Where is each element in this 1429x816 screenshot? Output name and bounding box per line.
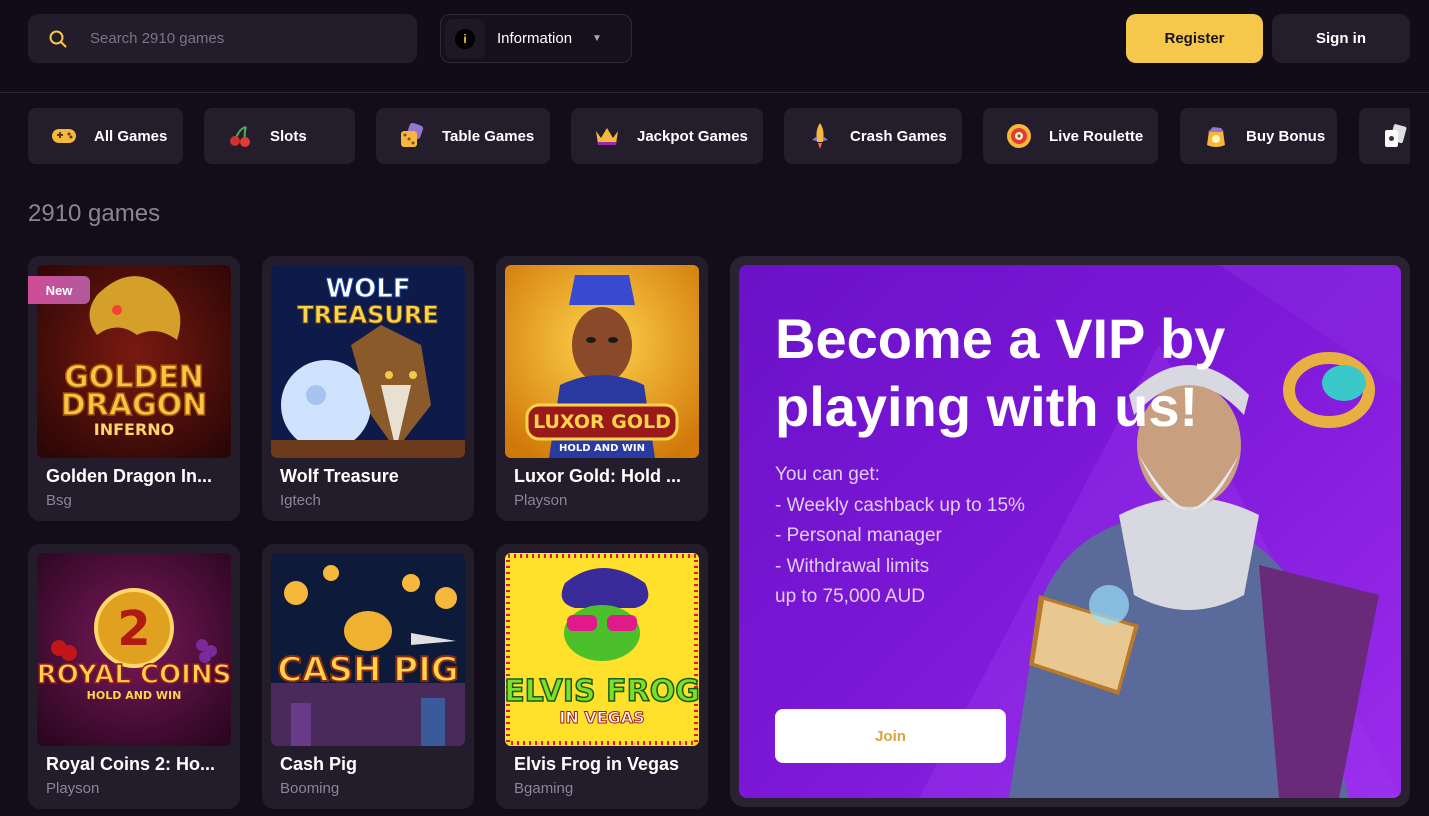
thumbnail-subtitle: HOLD AND WIN — [87, 689, 182, 702]
category-buy-bonus[interactable]: Buy Bonus — [1180, 108, 1337, 164]
search-input[interactable]: Search 2910 games — [28, 14, 417, 63]
thumbnail-subtitle: HOLD AND WIN — [559, 443, 645, 454]
information-label: Information — [497, 30, 573, 47]
roulette-icon — [1005, 122, 1033, 150]
game-name: Cash Pig — [280, 754, 358, 774]
category-label: Buy Bonus — [1246, 127, 1326, 145]
search-placeholder: Search 2910 games — [90, 30, 225, 47]
vip-benefit-item: - Withdrawal limits — [775, 555, 930, 577]
crown-icon — [593, 122, 621, 150]
game-provider: Playson — [46, 780, 100, 797]
vip-benefit-item: up to 75,000 AUD — [775, 586, 925, 607]
game-name: Wolf Treasure — [280, 466, 399, 486]
thumbnail-title-line2: TREASURE — [297, 301, 438, 329]
vip-headline: Become a VIP by playing with us! — [775, 307, 1226, 438]
games-count-title: 2910 games — [28, 200, 161, 227]
game-card[interactable]: 2 ROYAL COINS HOLD AND WIN Royal Coins 2… — [28, 544, 240, 809]
thumbnail-title-line1: WOLF — [325, 274, 410, 304]
ring-icon — [1283, 352, 1375, 428]
category-slots[interactable]: Slots — [204, 108, 355, 164]
cherries-icon — [226, 122, 254, 150]
game-name: Elvis Frog in Vegas — [514, 754, 680, 774]
thumbnail-title: LUXOR GOLD — [533, 411, 671, 433]
game-thumbnail[interactable]: ELVIS FROG IN VEGAS — [505, 553, 699, 746]
thumbnail-title: ELVIS FROG — [505, 674, 699, 709]
dice-icon — [398, 122, 426, 150]
category-label: Crash Games — [850, 127, 947, 145]
gamepad-icon — [50, 122, 78, 150]
game-card[interactable]: ELVIS FROG IN VEGAS Elvis Frog in Vegas … — [496, 544, 708, 809]
game-name: Luxor Gold: Hold ... — [514, 466, 681, 486]
game-thumbnail[interactable]: 2 ROYAL COINS HOLD AND WIN — [37, 553, 231, 746]
category-label: Slots — [270, 127, 307, 145]
vip-benefit-item: - Weekly cashback up to 15% — [775, 494, 1025, 516]
search-icon — [48, 29, 68, 49]
game-provider: Booming — [280, 780, 340, 797]
thumbnail-title-line2: DRAGON — [61, 388, 207, 423]
category-label: Jackpot Games — [637, 127, 748, 145]
category-bar: All Games Slots Table Games Jackpot Game… — [28, 108, 1410, 164]
chevron-down-icon: ▼ — [592, 33, 602, 44]
top-bar: Search 2910 games i Information ▼ Regist… — [0, 0, 1429, 93]
category-label: All Games — [94, 127, 168, 145]
vip-banner: Become a VIP by playing with us! You can… — [730, 256, 1410, 807]
game-provider: Bgaming — [514, 780, 574, 797]
game-card[interactable]: CASH PIG Cash Pig Booming — [262, 544, 474, 809]
category-all-games[interactable]: All Games — [28, 108, 183, 164]
category-table-games[interactable]: Table Games — [376, 108, 550, 164]
category-jackpot-games[interactable]: Jackpot Games — [571, 108, 763, 164]
thumbnail-title: CASH PIG — [277, 650, 459, 690]
new-badge: New — [28, 276, 90, 304]
thumbnail-subtitle: IN VEGAS — [559, 708, 644, 727]
category-label: Live Roulette — [1049, 127, 1144, 145]
register-button[interactable]: Register — [1126, 14, 1263, 63]
category-live-roulette[interactable]: Live Roulette — [983, 108, 1158, 164]
info-icon: i — [445, 18, 485, 59]
game-thumbnail[interactable]: LUXOR GOLD HOLD AND WIN — [505, 265, 699, 458]
thumbnail-title-line3: INFERNO — [94, 420, 175, 439]
vip-benefit-item: - Personal manager — [775, 525, 942, 546]
rocket-icon — [806, 122, 834, 150]
game-provider: Playson — [514, 492, 568, 509]
game-name: Royal Coins 2: Ho... — [46, 754, 216, 774]
game-card[interactable]: WOLF TREASURE Wolf Treasure Igtech — [262, 256, 474, 521]
game-provider: Bsg — [46, 492, 72, 509]
game-name: Golden Dragon In... — [46, 466, 212, 486]
cards-icon — [1381, 122, 1409, 150]
vip-benefits-list: You can get: - Weekly cashback up to 15%… — [775, 460, 1025, 613]
game-provider: Igtech — [280, 492, 321, 509]
svg-text:2: 2 — [117, 601, 150, 657]
thumbnail-title: ROYAL COINS — [37, 660, 231, 690]
game-thumbnail[interactable]: CASH PIG — [271, 553, 465, 746]
bonus-bag-icon — [1202, 122, 1230, 150]
category-label: Table Games — [442, 127, 535, 145]
join-button[interactable]: Join — [775, 709, 1006, 763]
category-crash-games[interactable]: Crash Games — [784, 108, 962, 164]
vip-banner-inner: Become a VIP by playing with us! You can… — [739, 265, 1401, 798]
game-thumbnail[interactable]: WOLF TREASURE — [271, 265, 465, 458]
vip-benefit-item: You can get: — [775, 464, 880, 485]
information-dropdown[interactable]: i Information ▼ — [440, 14, 632, 63]
sign-in-button[interactable]: Sign in — [1272, 14, 1410, 63]
game-card[interactable]: LUXOR GOLD HOLD AND WIN Luxor Gold: Hold… — [496, 256, 708, 521]
category-more[interactable] — [1359, 108, 1410, 164]
